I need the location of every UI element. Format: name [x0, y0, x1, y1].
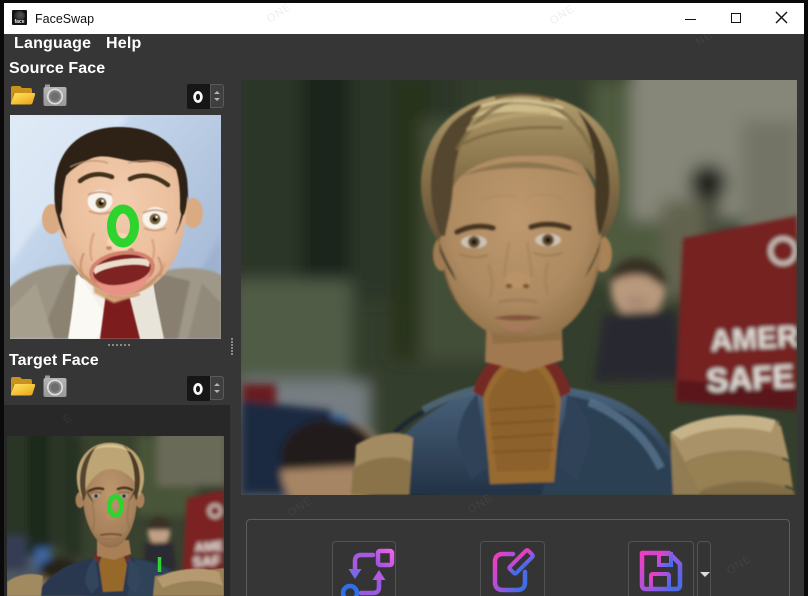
svg-text:SAF: SAF: [192, 552, 221, 570]
